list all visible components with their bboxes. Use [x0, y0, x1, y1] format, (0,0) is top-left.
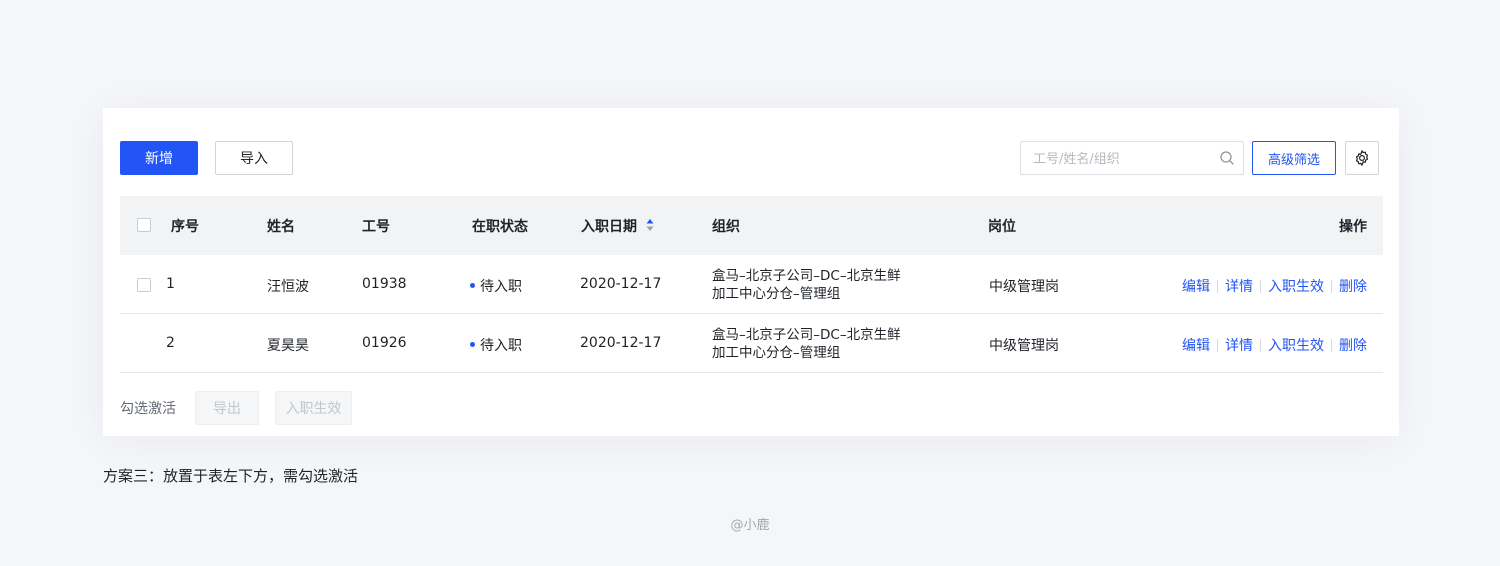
row-id: 01926	[362, 335, 407, 351]
divider	[1260, 338, 1261, 352]
row-org-line2: 加工中心分仓–管理组	[712, 345, 841, 361]
row-name: 汪恒波	[267, 279, 309, 295]
row-status: 待入职	[470, 335, 522, 355]
edit-link[interactable]: 编辑	[1182, 338, 1210, 354]
table-row: 2 夏昊昊 01926 待入职 2020-12-17 盒马–北京子公司–DC–北…	[120, 314, 1383, 373]
export-button[interactable]: 导出	[195, 391, 259, 425]
row-org: 盒马–北京子公司–DC–北京生鲜 加工中心分仓–管理组	[712, 267, 901, 303]
author-credit: @小鹿	[730, 518, 770, 533]
row-index: 2	[166, 335, 175, 351]
status-dot-icon	[470, 341, 475, 347]
table-row: 1 汪恒波 01938 待入职 2020-12-17 盒马–北京子公司–DC–北…	[120, 255, 1383, 314]
row-position: 中级管理岗	[989, 338, 1059, 354]
import-button[interactable]: 导入	[215, 141, 293, 175]
search-icon[interactable]	[1219, 150, 1235, 166]
row-date: 2020-12-17	[580, 276, 662, 292]
row-status: 待入职	[470, 276, 522, 296]
employee-table-card: 新增 导入 高级筛选 序号 姓名 工号 在职状态 入职日期 组织 岗位 操作	[103, 108, 1399, 436]
activate-onboarding-link[interactable]: 入职生效	[1268, 279, 1324, 295]
add-button[interactable]: 新增	[120, 141, 198, 175]
col-date-label: 入职日期	[581, 219, 637, 235]
table-header: 序号 姓名 工号 在职状态 入职日期 组织 岗位 操作	[120, 196, 1383, 255]
col-id: 工号	[362, 219, 390, 235]
sort-icon[interactable]	[646, 218, 654, 232]
divider	[1217, 279, 1218, 293]
edit-link[interactable]: 编辑	[1182, 279, 1210, 295]
divider	[1217, 338, 1218, 352]
delete-link[interactable]: 删除	[1339, 279, 1367, 295]
figure-caption: 方案三：放置于表左下方，需勾选激活	[103, 467, 359, 485]
row-org: 盒马–北京子公司–DC–北京生鲜 加工中心分仓–管理组	[712, 326, 901, 362]
row-checkbox[interactable]	[137, 278, 151, 292]
details-link[interactable]: 详情	[1225, 279, 1253, 295]
advanced-filter-button[interactable]: 高级筛选	[1252, 141, 1336, 175]
select-all-checkbox[interactable]	[137, 218, 151, 232]
gear-icon	[1355, 150, 1369, 166]
bulk-activate-button[interactable]: 入职生效	[275, 391, 352, 425]
bulk-action-hint: 勾选激活	[120, 401, 176, 417]
row-actions: 编辑 详情 入职生效 删除	[1182, 335, 1367, 355]
delete-link[interactable]: 删除	[1339, 338, 1367, 354]
row-actions: 编辑 详情 入职生效 删除	[1182, 276, 1367, 296]
divider	[1331, 279, 1332, 293]
col-org: 组织	[712, 219, 740, 235]
row-position: 中级管理岗	[989, 279, 1059, 295]
row-date: 2020-12-17	[580, 335, 662, 351]
settings-button[interactable]	[1345, 141, 1379, 175]
row-id: 01938	[362, 276, 407, 292]
col-actions: 操作	[1339, 219, 1367, 235]
search-input[interactable]	[1031, 142, 1215, 176]
col-status: 在职状态	[472, 219, 528, 235]
search-box	[1020, 141, 1244, 176]
col-index: 序号	[171, 219, 199, 235]
row-org-line1: 盒马–北京子公司–DC–北京生鲜	[712, 327, 901, 343]
col-name: 姓名	[267, 219, 295, 235]
divider	[1260, 279, 1261, 293]
col-date[interactable]: 入职日期	[581, 216, 654, 236]
row-index: 1	[166, 276, 175, 292]
row-status-label: 待入职	[480, 338, 522, 354]
row-org-line1: 盒马–北京子公司–DC–北京生鲜	[712, 268, 901, 284]
col-position: 岗位	[988, 219, 1016, 235]
details-link[interactable]: 详情	[1225, 338, 1253, 354]
row-status-label: 待入职	[480, 279, 522, 295]
activate-onboarding-link[interactable]: 入职生效	[1268, 338, 1324, 354]
row-name: 夏昊昊	[267, 338, 309, 354]
row-org-line2: 加工中心分仓–管理组	[712, 286, 841, 302]
status-dot-icon	[470, 282, 475, 288]
divider	[1331, 338, 1332, 352]
